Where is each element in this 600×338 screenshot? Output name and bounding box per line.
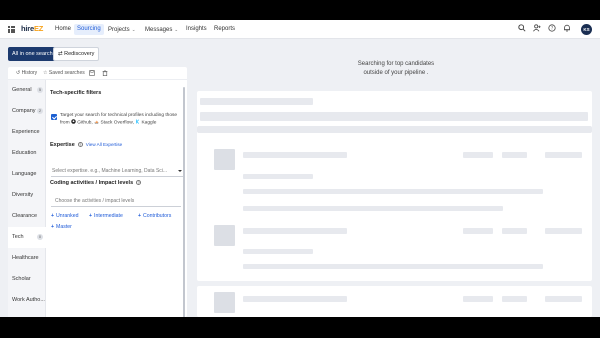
chip-master[interactable]: + Master — [51, 224, 72, 230]
svg-text:?: ? — [551, 26, 553, 31]
expertise-heading: Expertise? View All Expertise — [50, 142, 123, 148]
trash-icon[interactable] — [102, 70, 108, 78]
app-grid-icon[interactable] — [8, 26, 15, 33]
sidebar-item-company[interactable]: Company 2 — [8, 101, 46, 122]
tech-filters-title: Tech-specific filters — [50, 90, 102, 96]
chevron-down-icon: ⌄ — [131, 27, 136, 32]
candidate-card-placeholder — [197, 137, 592, 281]
sidebar-item-healthcare[interactable]: Healthcare — [8, 248, 46, 269]
sidebar-item-language[interactable]: Language — [8, 164, 46, 185]
sidebar-item-diversity[interactable]: Diversity — [8, 185, 46, 206]
plus-icon: + — [51, 213, 55, 219]
search-status-message: Searching for top candidates outside of … — [357, 61, 435, 76]
app-screen: hireEZ Home Sourcing Projects ⌄ Messages ⌄… — [0, 20, 600, 317]
user-avatar[interactable]: KS — [581, 24, 592, 35]
plus-icon: + — [89, 213, 93, 219]
app-logo[interactable]: hireEZ — [21, 24, 43, 33]
count-badge: 0 — [37, 234, 43, 240]
results-divider-placeholder — [197, 126, 592, 133]
coding-activities-input[interactable]: Choose the activities / impact levels — [51, 196, 181, 207]
panel-scrollbar[interactable] — [183, 87, 185, 317]
saved-searches-button[interactable]: ☆ Saved searches — [43, 70, 85, 76]
plus-icon: + — [138, 213, 142, 219]
nav-sourcing[interactable]: Sourcing — [74, 24, 104, 35]
filter-category-sidebar: General 5 Company 2 Experience Education L… — [8, 80, 46, 317]
panel-toolbar: ↺ History ☆ Saved searches — [8, 67, 187, 80]
nav-projects[interactable]: Projects ⌄ — [105, 24, 138, 35]
view-all-expertise-link[interactable]: View All Expertise — [86, 142, 122, 147]
expertise-select[interactable]: Select expertise. e.g., Machine Learning… — [51, 166, 184, 177]
help-icon[interactable]: ? — [136, 180, 142, 186]
bell-icon[interactable] — [562, 24, 572, 34]
help-icon[interactable]: ? — [547, 24, 557, 34]
plus-icon: + — [51, 224, 55, 230]
sidebar-item-work-authorization[interactable]: Work Autho... — [8, 290, 46, 311]
nav-messages[interactable]: Messages ⌄ — [142, 24, 181, 35]
sidebar-item-clearance[interactable]: Clearance — [8, 206, 46, 227]
chip-unranked[interactable]: + Unranked — [51, 213, 79, 219]
tech-profiles-checkbox[interactable] — [51, 114, 57, 120]
tech-profiles-description: Target your search for technical profile… — [60, 113, 178, 126]
coding-activities-heading: Coding activities / Impact levels? — [50, 180, 142, 186]
chevron-down-icon: ⌄ — [174, 27, 179, 32]
chip-intermediate[interactable]: + Intermediate — [89, 213, 123, 219]
sidebar-item-education[interactable]: Education — [8, 143, 46, 164]
nav-insights[interactable]: Insights — [183, 24, 210, 35]
filter-panel: ↺ History ☆ Saved searches General 5 Comp… — [8, 67, 187, 317]
star-icon: ☆ — [43, 70, 48, 76]
sidebar-item-general[interactable]: General 5 — [8, 80, 46, 101]
rediscovery-button[interactable]: ⇄ Rediscovery — [53, 47, 100, 61]
nav-reports[interactable]: Reports — [211, 24, 238, 35]
nav-home[interactable]: Home — [52, 24, 74, 35]
history-button[interactable]: ↺ History — [16, 70, 37, 76]
history-icon: ↺ — [16, 70, 21, 76]
top-navbar: hireEZ Home Sourcing Projects ⌄ Messages ⌄… — [0, 20, 600, 39]
count-badge: 5 — [37, 87, 43, 93]
sidebar-item-scholar[interactable]: Scholar — [8, 269, 46, 290]
chevron-down-icon — [178, 170, 182, 172]
chip-contributors[interactable]: + Contributors — [138, 213, 171, 219]
candidate-card-placeholder — [197, 286, 592, 317]
tech-filters-section: Tech-specific filters Target your search… — [48, 80, 184, 317]
count-badge: 2 — [37, 108, 43, 114]
all-in-one-search-button[interactable]: All in one search — [8, 47, 57, 61]
sidebar-item-experience[interactable]: Experience — [8, 122, 46, 143]
rediscovery-icon: ⇄ — [58, 51, 63, 57]
help-icon[interactable]: ? — [77, 142, 83, 148]
people-icon[interactable] — [532, 24, 542, 34]
search-icon[interactable] — [517, 24, 527, 34]
save-icon[interactable] — [89, 70, 95, 78]
sidebar-item-tech[interactable]: Tech 0 — [8, 227, 46, 248]
